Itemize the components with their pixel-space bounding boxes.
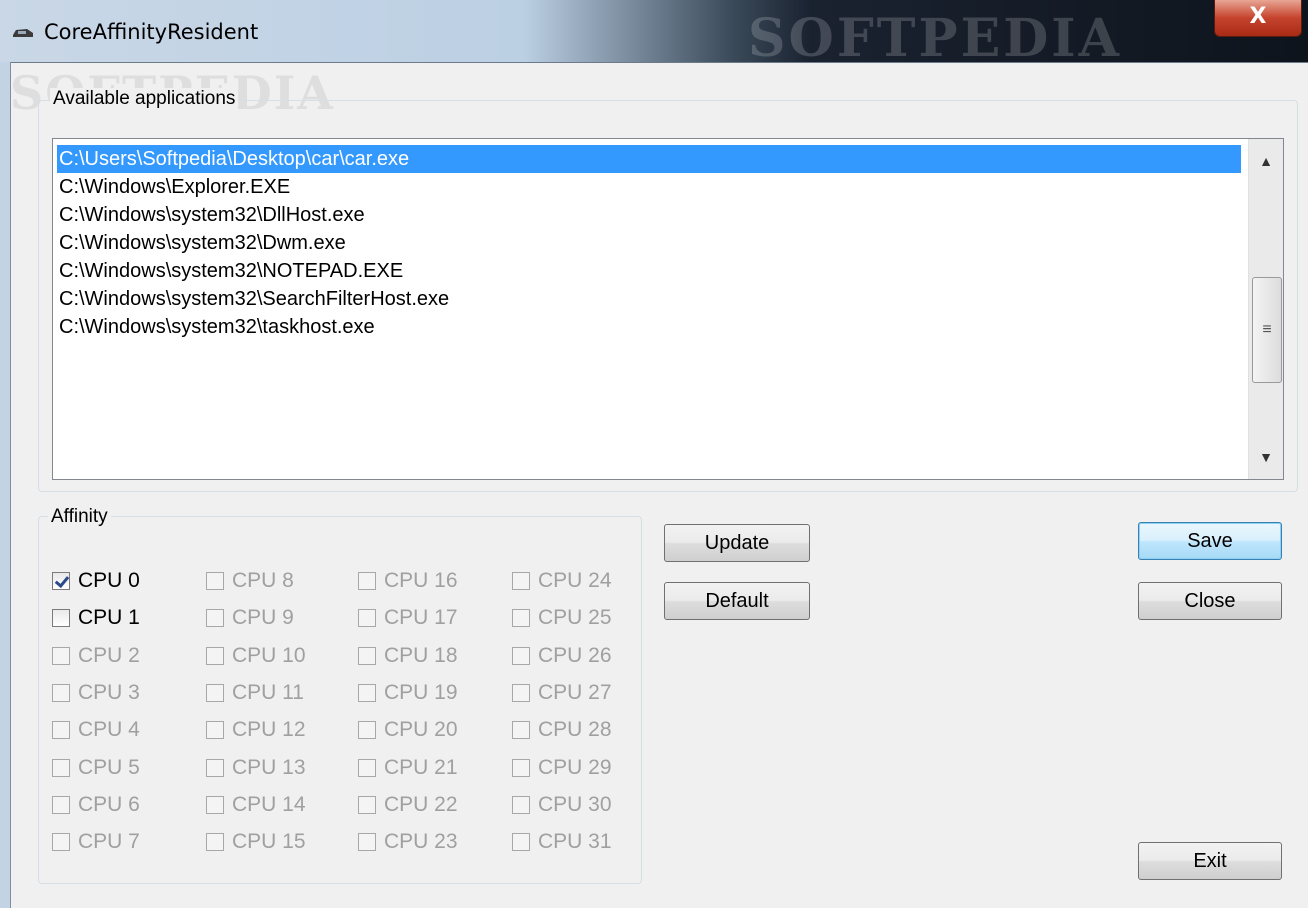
cpu-checkbox-label: CPU 24 (538, 569, 612, 592)
checkbox-box[interactable] (206, 796, 224, 814)
checkbox-box[interactable] (512, 572, 530, 590)
checkbox-box[interactable] (512, 684, 530, 702)
main-window: CoreAffinityResident SOFTPEDIA X SOFTPED… (0, 0, 1308, 908)
checkbox-box[interactable] (52, 759, 70, 777)
cpu-checkbox-label: CPU 20 (384, 718, 458, 741)
cpu-checkbox-label: CPU 18 (384, 644, 458, 667)
list-scrollbar[interactable]: ▲ ≡ ▼ (1248, 139, 1283, 479)
cpu-checkbox-label: CPU 17 (384, 606, 458, 629)
applications-group-label: Available applications (50, 88, 239, 110)
checkbox-box[interactable] (52, 684, 70, 702)
checkbox-box[interactable] (512, 647, 530, 665)
checkbox-box[interactable] (206, 647, 224, 665)
checkbox-box[interactable] (52, 796, 70, 814)
cpu-checkbox-label: CPU 8 (232, 569, 294, 592)
cpu-checkbox-label: CPU 10 (232, 644, 306, 667)
cpu-checkbox-label: CPU 27 (538, 681, 612, 704)
checkbox-box[interactable] (512, 759, 530, 777)
cpu-checkbox-label: CPU 7 (78, 830, 140, 853)
checkbox-box[interactable] (206, 833, 224, 851)
watermark-logo: SOFTPEDIA (748, 8, 1122, 69)
checkbox-box[interactable] (358, 609, 376, 627)
list-item[interactable]: C:\Windows\system32\DllHost.exe (59, 201, 365, 229)
save-button[interactable]: Save (1138, 522, 1282, 560)
arrow-down-icon[interactable]: ▼ (1249, 439, 1283, 475)
cpu-checkbox-label: CPU 21 (384, 756, 458, 779)
cpu-checkbox-label: CPU 31 (538, 830, 612, 853)
cpu-checkbox-label: CPU 0 (78, 569, 140, 592)
list-item[interactable]: C:\Users\Softpedia\Desktop\car\car.exe (57, 145, 1241, 173)
checkbox-box[interactable] (358, 796, 376, 814)
cpu-checkbox-label: CPU 30 (538, 793, 612, 816)
close-button[interactable]: Close (1138, 582, 1282, 620)
checkbox-box[interactable] (52, 833, 70, 851)
checkbox-box[interactable] (512, 721, 530, 739)
affinity-group-label: Affinity (48, 506, 111, 528)
cpu-checkbox-label: CPU 15 (232, 830, 306, 853)
list-item[interactable]: C:\Windows\system32\NOTEPAD.EXE (59, 257, 403, 285)
cpu-checkbox-label: CPU 1 (78, 606, 140, 629)
grip-icon[interactable]: ≡ (1252, 277, 1282, 383)
list-item[interactable]: C:\Windows\Explorer.EXE (59, 173, 290, 201)
checkbox-box[interactable] (358, 684, 376, 702)
exit-button[interactable]: Exit (1138, 842, 1282, 880)
cpu-checkbox-label: CPU 14 (232, 793, 306, 816)
checkbox-box[interactable] (512, 796, 530, 814)
checkbox-box[interactable] (358, 572, 376, 590)
checkbox-box[interactable] (358, 833, 376, 851)
checkbox-box[interactable] (512, 609, 530, 627)
checkmark-icon[interactable] (52, 572, 70, 590)
checkbox-box[interactable] (52, 609, 70, 627)
window-frame-left (0, 62, 11, 908)
cpu-checkbox-label: CPU 6 (78, 793, 140, 816)
checkbox-box[interactable] (206, 759, 224, 777)
car-icon (13, 29, 33, 37)
checkbox-box[interactable] (206, 572, 224, 590)
cpu-checkbox-label: CPU 16 (384, 569, 458, 592)
checkbox-box[interactable] (358, 721, 376, 739)
checkbox-box[interactable] (52, 721, 70, 739)
applications-list[interactable]: C:\Users\Softpedia\Desktop\car\car.exe C:… (52, 138, 1284, 480)
cpu-checkbox-label: CPU 28 (538, 718, 612, 741)
title-bar[interactable]: CoreAffinityResident SOFTPEDIA X (0, 0, 1308, 69)
default-button[interactable]: Default (664, 582, 810, 620)
cpu-checkbox-label: CPU 29 (538, 756, 612, 779)
cpu-checkbox-label: CPU 26 (538, 644, 612, 667)
cpu-checkbox-label: CPU 5 (78, 756, 140, 779)
cpu-checkbox-label: CPU 3 (78, 681, 140, 704)
checkbox-box[interactable] (206, 684, 224, 702)
cpu-checkbox-label: CPU 11 (232, 681, 304, 704)
close-icon: X (1249, 4, 1267, 29)
checkbox-box[interactable] (358, 647, 376, 665)
checkbox-box[interactable] (206, 609, 224, 627)
arrow-up-icon[interactable]: ▲ (1249, 143, 1283, 179)
checkbox-box[interactable] (52, 647, 70, 665)
cpu-checkbox-label: CPU 9 (232, 606, 294, 629)
cpu-checkbox-label: CPU 25 (538, 606, 612, 629)
cpu-checkbox-label: CPU 19 (384, 681, 458, 704)
cpu-checkbox-label: CPU 12 (232, 718, 306, 741)
cpu-checkbox-label: CPU 22 (384, 793, 458, 816)
checkbox-box[interactable] (512, 833, 530, 851)
list-item[interactable]: C:\Windows\system32\SearchFilterHost.exe (59, 285, 449, 313)
checkbox-box[interactable] (358, 759, 376, 777)
checkbox-box[interactable] (206, 721, 224, 739)
cpu-checkbox-label: CPU 13 (232, 756, 306, 779)
list-item[interactable]: C:\Windows\system32\Dwm.exe (59, 229, 346, 257)
cpu-checkbox-label: CPU 2 (78, 644, 140, 667)
update-button[interactable]: Update (664, 524, 810, 562)
cpu-checkbox-label: CPU 23 (384, 830, 458, 853)
list-item[interactable]: C:\Windows\system32\taskhost.exe (59, 313, 375, 341)
close-window-button[interactable]: X (1214, 0, 1302, 37)
window-title: CoreAffinityResident (44, 20, 259, 44)
cpu-checkbox-label: CPU 4 (78, 718, 140, 741)
